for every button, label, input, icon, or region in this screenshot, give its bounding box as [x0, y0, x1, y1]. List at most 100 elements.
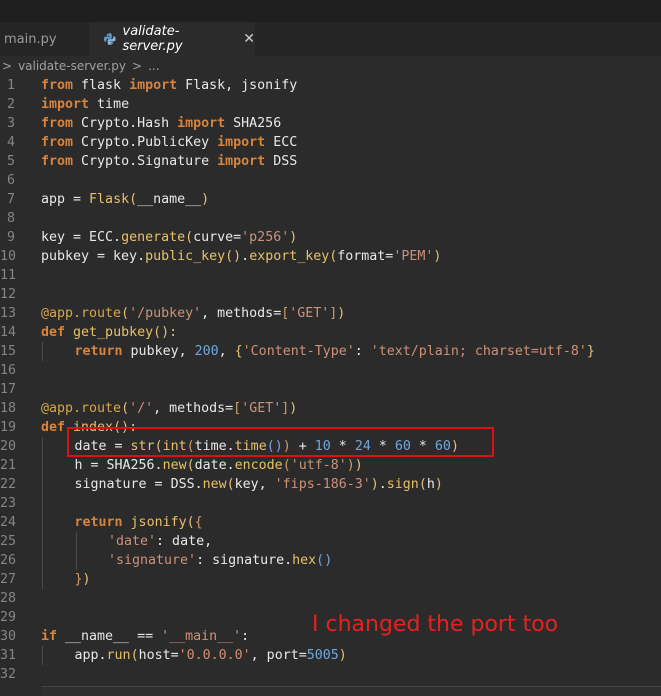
- tab-label: validate-server.py: [122, 24, 183, 54]
- code-token: 'utf-8': [290, 458, 347, 473]
- close-icon[interactable]: ✕: [243, 31, 255, 47]
- code-token: ): [370, 477, 379, 492]
- code-token: (: [130, 648, 139, 663]
- code-token: , methods=: [201, 306, 282, 321]
- line-number: 23: [0, 496, 17, 511]
- code-token: ): [82, 572, 91, 587]
- code-token: (: [316, 553, 325, 568]
- code-line: 25 'date': date,: [0, 532, 661, 551]
- code-token: new: [162, 458, 187, 473]
- code-line: 26 'signature': signature.hex(): [0, 551, 661, 570]
- code-token: curve=: [193, 230, 242, 245]
- code-token: ): [337, 306, 346, 321]
- code-token: import: [217, 135, 266, 150]
- code-token: ): [354, 458, 363, 473]
- tab-validate-server-py[interactable]: validate-server.py ✕: [89, 22, 255, 56]
- line-number: 14: [0, 325, 17, 340]
- line-number: 3: [6, 116, 15, 131]
- code-token: ECC: [265, 135, 298, 150]
- line-number: 27: [0, 572, 17, 587]
- code-token: sign: [386, 477, 419, 492]
- code-line: 10 pubkey = key.public_key().export_key(f…: [0, 247, 661, 266]
- line-number: 13: [0, 306, 17, 321]
- code-token: def: [41, 325, 66, 340]
- code-token: : date,: [156, 534, 213, 549]
- tab-main-py[interactable]: main.py: [0, 22, 88, 56]
- code-line: 3 from Crypto.Hash import SHA256: [0, 114, 661, 133]
- code-line: 18 @app.route('/', methods=['GET']): [0, 399, 661, 418]
- line-number: 20: [0, 439, 17, 454]
- code-token: ): [289, 401, 298, 416]
- line-number: 11: [0, 268, 17, 283]
- code-token: 'GET': [241, 401, 282, 416]
- code-token: {: [234, 344, 243, 359]
- line-number: 29: [0, 610, 17, 625]
- code-line: 8: [0, 209, 661, 228]
- code-editor[interactable]: 1 from flask import Flask, jsonify 2 impor…: [0, 76, 661, 684]
- code-token: ): [434, 477, 443, 492]
- code-token: 'date': [108, 534, 157, 549]
- code-token: .: [241, 249, 250, 264]
- indent-guide: [42, 646, 43, 665]
- code-token: __name__ ==: [57, 629, 162, 644]
- code-token: import: [177, 116, 226, 131]
- code-token: (: [186, 458, 195, 473]
- code-token: Crypto.PublicKey: [73, 135, 218, 150]
- code-line: 9 key = ECC.generate(curve='p256'): [0, 228, 661, 247]
- code-token: DSS: [265, 154, 298, 169]
- line-number: 12: [0, 287, 17, 302]
- code-token: hex: [292, 553, 317, 568]
- breadcrumb-more[interactable]: ...: [148, 59, 159, 73]
- code-token: 'PEM': [393, 249, 434, 264]
- code-token: ): [324, 553, 333, 568]
- code-line: 31 app.run(host='0.0.0.0', port=5005): [0, 646, 661, 665]
- code-token: '0.0.0.0': [178, 648, 251, 663]
- code-token: ): [433, 249, 442, 264]
- code-token: (: [185, 230, 194, 245]
- code-token: :: [241, 629, 250, 644]
- code-line: 15 return pubkey, 200, {'Content-Type': '…: [0, 342, 661, 361]
- code-token: def: [41, 420, 66, 435]
- line-number: 32: [0, 667, 17, 682]
- line-number: 10: [0, 249, 17, 264]
- python-file-icon: [103, 33, 116, 45]
- line-number: 5: [6, 154, 15, 169]
- code-token: generate: [121, 230, 186, 245]
- breadcrumb-file[interactable]: validate-server.py: [18, 59, 126, 73]
- code-token: pubkey = key.: [41, 249, 146, 264]
- line-number: 16: [0, 363, 17, 378]
- code-token: 'fips-186-3': [274, 477, 371, 492]
- code-token: from: [41, 154, 74, 169]
- code-token: {: [194, 515, 203, 530]
- code-token: run: [106, 648, 131, 663]
- code-token: (: [186, 515, 195, 530]
- breadcrumb: > validate-server.py > ...: [0, 56, 661, 76]
- code-token: 200: [194, 344, 219, 359]
- code-token: ): [346, 458, 355, 473]
- tab-label: main.py: [4, 31, 57, 47]
- code-token: '/pubkey': [129, 306, 202, 321]
- code-line: 21 h = SHA256.new(date.encode('utf-8')): [0, 456, 661, 475]
- code-line: 6: [0, 171, 661, 190]
- code-token: ): [289, 230, 298, 245]
- code-token: (: [226, 477, 235, 492]
- breadcrumb-chevron-icon: >: [2, 59, 13, 73]
- code-token: host=: [138, 648, 179, 663]
- code-line: 12: [0, 285, 661, 304]
- code-token: @app.route: [41, 306, 122, 321]
- code-line: 28: [0, 589, 661, 608]
- code-token: h = SHA256.: [74, 458, 163, 473]
- line-number: 4: [6, 135, 15, 150]
- code-line: 13 @app.route('/pubkey', methods=['GET']): [0, 304, 661, 323]
- code-token: Crypto.Hash: [73, 116, 178, 131]
- code-token: Flask: [89, 192, 130, 207]
- editor-tab-bar: main.py validate-server.py ✕: [0, 22, 661, 56]
- code-token: from: [41, 78, 74, 93]
- code-token: ): [201, 192, 210, 207]
- code-line: 1 from flask import Flask, jsonify: [0, 76, 661, 95]
- code-token: (: [121, 401, 130, 416]
- code-token: 5005: [306, 648, 339, 663]
- code-token: 'signature': [108, 553, 197, 568]
- code-token: return: [74, 344, 123, 359]
- code-token: , port=: [250, 648, 307, 663]
